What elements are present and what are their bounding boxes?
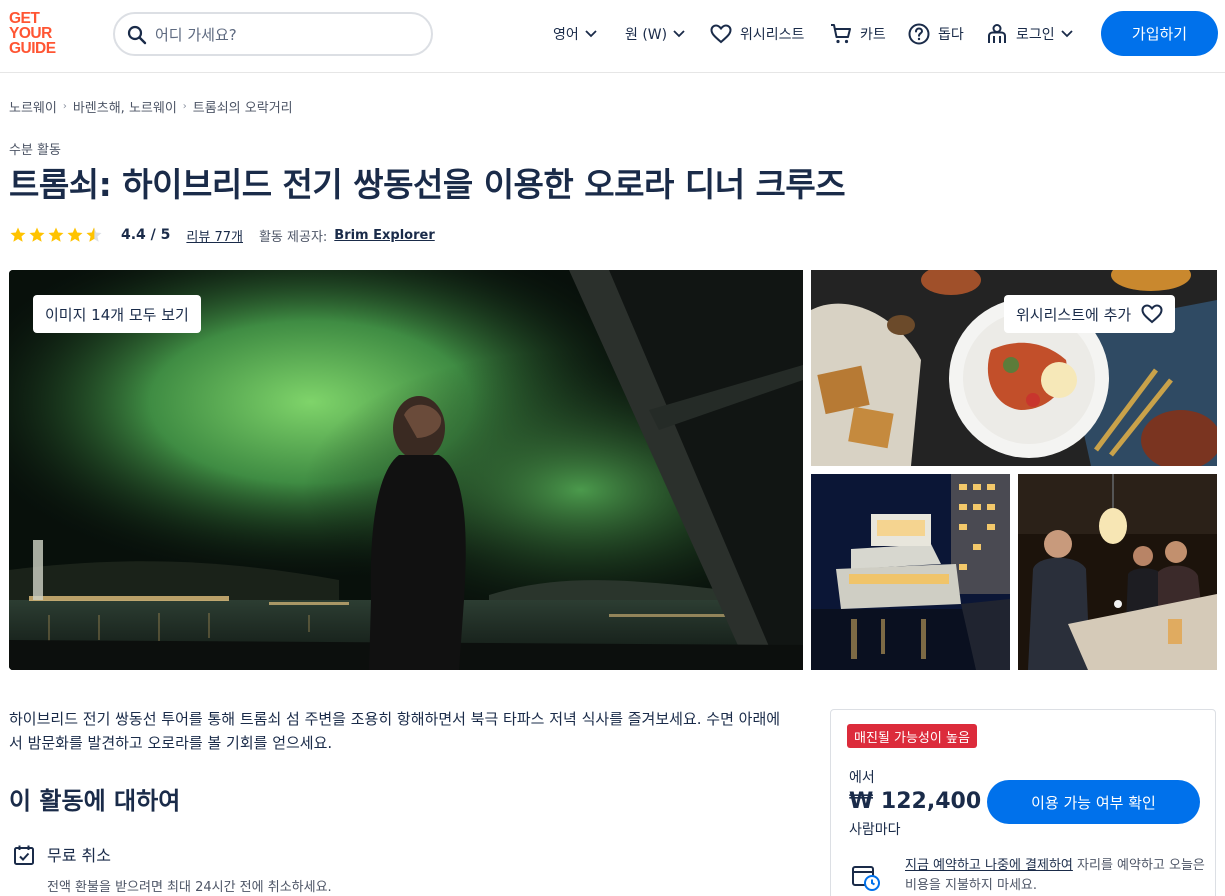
chevron-right-icon: › <box>182 101 187 112</box>
photo-gallery: 이미지 14개 모두 보기 위시리스트에 추가 <box>9 270 1217 670</box>
search-input[interactable] <box>155 24 415 46</box>
help-link[interactable]: 돕다 <box>908 22 964 46</box>
breadcrumb-item[interactable]: 노르웨이 <box>9 97 57 116</box>
cart-icon <box>830 23 852 45</box>
top-header: GET YOUR GUIDE 영어 원 (W) 위시리스트 카트 <box>0 0 1225 73</box>
price-from-label: 에서 <box>849 770 875 786</box>
price-value: ₩ 122,400 <box>849 789 982 814</box>
currency-label: 원 (W) <box>625 27 668 43</box>
signup-button[interactable]: 가입하기 <box>1101 11 1218 56</box>
photo-dining-guests[interactable] <box>1018 474 1217 670</box>
wishlist-link[interactable]: 위시리스트 <box>710 22 804 46</box>
login-label: 로그인 <box>1016 27 1055 43</box>
reserve-now-pay-later: 지금 예약하고 나중에 결제하여 자리를 예약하고 오늘은 비용을 지불하지 마… <box>905 856 1205 896</box>
star-icon <box>10 227 26 242</box>
rating-value: 4.4 / 5 <box>121 227 171 243</box>
provider-link[interactable]: Brim Explorer <box>334 228 434 243</box>
view-all-photos-button[interactable]: 이미지 14개 모두 보기 <box>33 295 201 333</box>
star-rating <box>9 226 103 244</box>
star-icon <box>29 227 45 242</box>
add-to-wishlist-label: 위시리스트에 추가 <box>1016 305 1132 324</box>
check-availability-button[interactable]: 이용 가능 여부 확인 <box>987 780 1200 824</box>
add-to-wishlist-button[interactable]: 위시리스트에 추가 <box>1004 295 1176 333</box>
breadcrumb: 노르웨이 › 바렌츠해, 노르웨이 › 트롬쇠의 오락거리 <box>9 97 293 116</box>
heart-icon <box>710 24 732 44</box>
price-per-person-label: 사람마다 <box>849 822 901 838</box>
free-cancellation-desc: 전액 환불을 받으려면 최대 24시간 전에 취소하세요. <box>47 880 332 895</box>
photo-catamaran-night[interactable] <box>811 474 1010 670</box>
user-group-icon <box>986 23 1008 45</box>
star-icon <box>48 227 64 242</box>
free-cancellation-title: 무료 취소 <box>47 846 111 865</box>
heart-icon <box>1141 304 1163 324</box>
half-star-icon <box>86 227 102 242</box>
help-label: 돕다 <box>938 27 964 43</box>
provider-label: 활동 제공자: <box>258 229 328 245</box>
likely-to-sell-out-badge: 매진될 가능성이 높음 <box>847 724 977 748</box>
rating-row: 4.4 / 5 리뷰 77개 활동 제공자: Brim Explorer <box>9 224 435 246</box>
page-title: 트롬쇠: 하이브리드 전기 쌍동선을 이용한 오로라 디너 크루즈 <box>9 165 846 204</box>
activity-description: 하이브리드 전기 쌍동선 투어를 통해 트롬쇠 섬 주변을 조용히 항해하면서 … <box>9 710 781 752</box>
cart-label: 카트 <box>860 27 886 43</box>
chevron-down-icon <box>1061 30 1073 38</box>
breadcrumb-item[interactable]: 바렌츠해, 노르웨이 <box>73 97 177 116</box>
chevron-right-icon: › <box>62 101 67 112</box>
breadcrumb-item[interactable]: 트롬쇠의 오락거리 <box>193 97 293 116</box>
question-circle-icon <box>908 23 930 45</box>
search-box[interactable] <box>113 12 433 56</box>
reserve-now-pay-later-link[interactable]: 지금 예약하고 나중에 결제하여 <box>905 858 1073 873</box>
about-heading: 이 활동에 대하여 <box>9 787 181 815</box>
reviews-link[interactable]: 리뷰 77개 <box>186 226 243 245</box>
language-label: 영어 <box>553 27 579 43</box>
currency-selector[interactable]: 원 (W) <box>625 22 685 46</box>
chevron-down-icon <box>585 30 597 38</box>
wishlist-label: 위시리스트 <box>740 27 805 43</box>
calendar-check-icon <box>14 845 34 865</box>
search-icon <box>127 25 147 45</box>
chevron-down-icon <box>673 30 685 38</box>
calendar-clock-icon <box>852 866 880 891</box>
language-selector[interactable]: 영어 <box>553 22 597 46</box>
login-menu[interactable]: 로그인 <box>986 22 1073 46</box>
star-icon <box>67 227 83 242</box>
booking-panel: 매진될 가능성이 높음 에서 ₩ 122,400 사람마다 이용 가능 여부 확… <box>830 709 1216 896</box>
activity-category: 수분 활동 <box>9 143 61 158</box>
main-photo-aurora[interactable]: 이미지 14개 모두 보기 <box>9 270 803 670</box>
getyourguide-logo[interactable]: GET YOUR GUIDE <box>9 11 69 57</box>
cart-link[interactable]: 카트 <box>830 22 886 46</box>
